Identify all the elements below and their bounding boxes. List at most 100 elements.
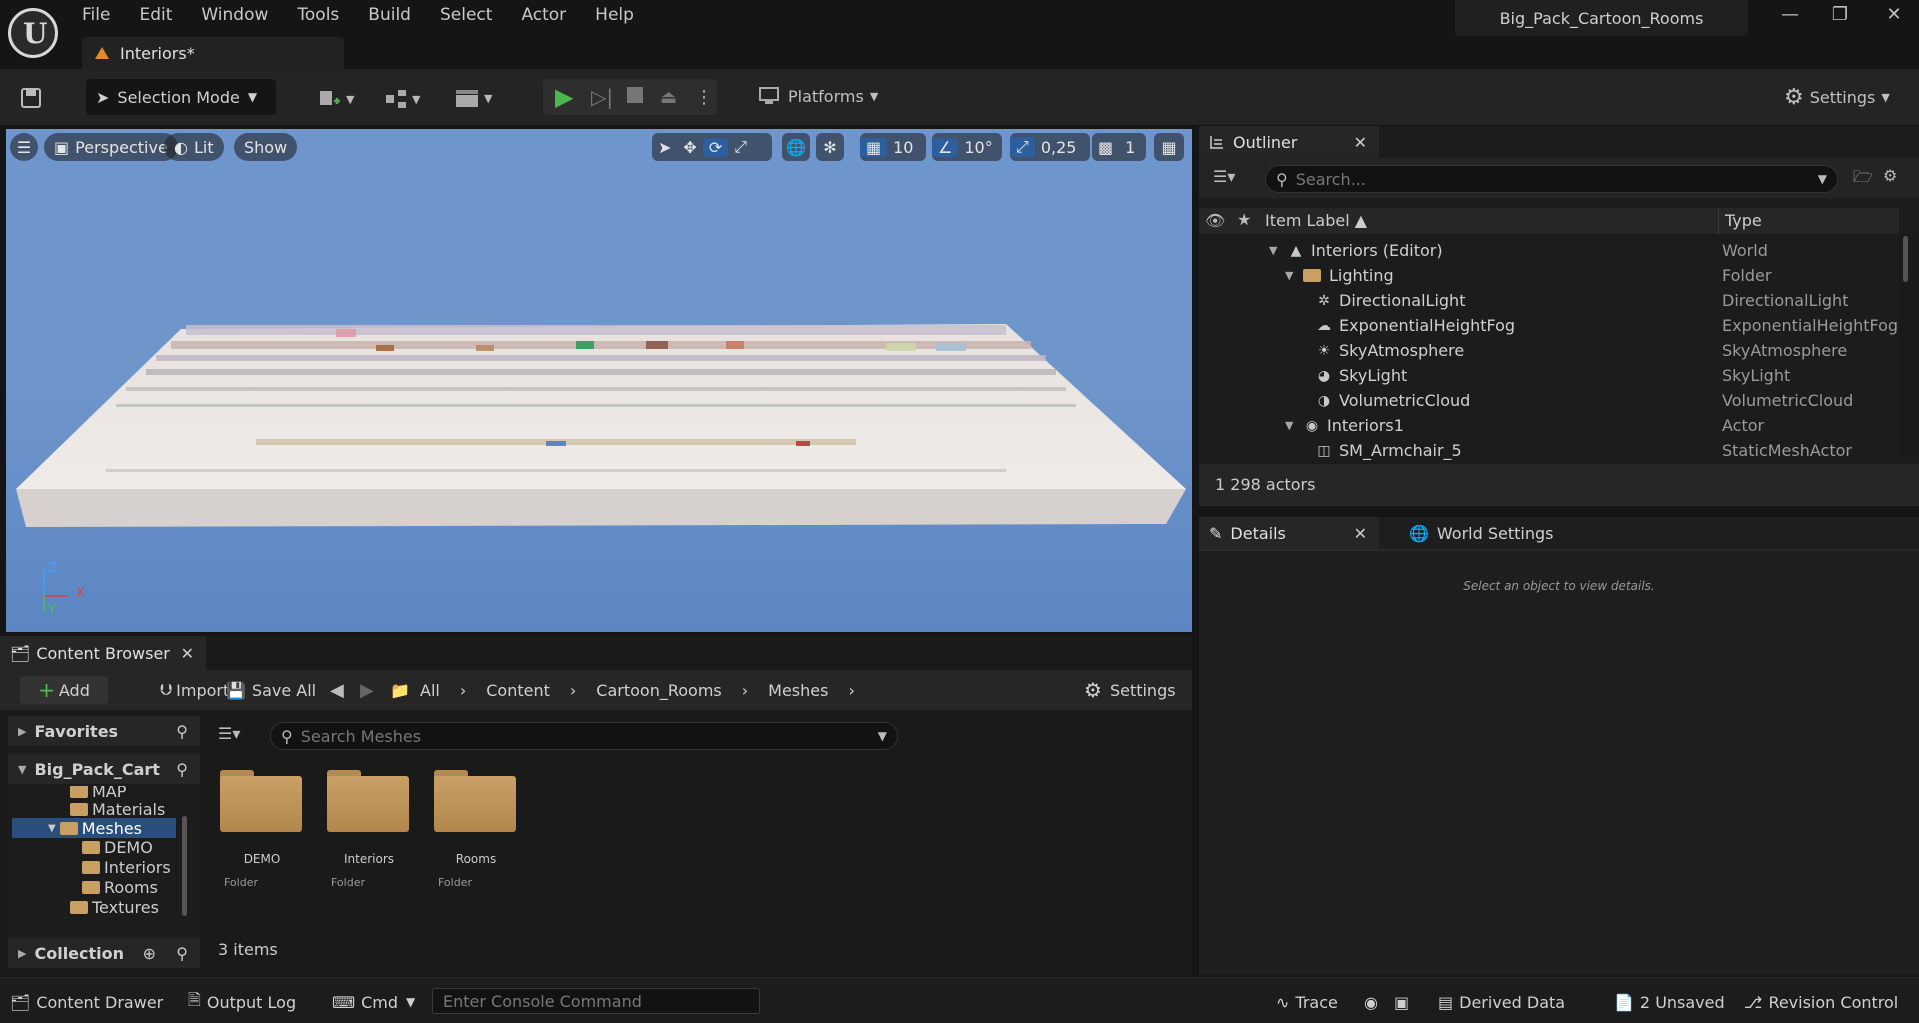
- search-icon[interactable]: ⚲: [176, 722, 188, 741]
- outliner-row[interactable]: ◕ SkyLight SkyLight: [1199, 363, 1899, 388]
- rotation-snap-button[interactable]: ∠ 10°: [932, 133, 1002, 161]
- back-icon[interactable]: ◀: [330, 676, 344, 704]
- surface-snap-icon[interactable]: ✻: [816, 133, 844, 161]
- expand-arrow-icon[interactable]: ▼: [1269, 244, 1283, 257]
- eject-icon[interactable]: ⏏: [660, 87, 677, 108]
- chevron-right-icon[interactable]: ›: [848, 681, 854, 700]
- menu-edit[interactable]: Edit: [139, 5, 172, 25]
- viewport-layout-icon[interactable]: ▦: [1154, 133, 1184, 161]
- tree-item[interactable]: Textures: [70, 898, 159, 917]
- gear-icon[interactable]: ⚙: [1883, 166, 1897, 185]
- close-icon[interactable]: ✕: [181, 644, 194, 663]
- close-icon[interactable]: ✕: [1354, 133, 1367, 152]
- eye-icon[interactable]: 👁: [1205, 211, 1225, 230]
- rotate-tool-icon[interactable]: ⟳: [702, 137, 729, 157]
- asset-tile[interactable]: Rooms Folder: [434, 770, 518, 900]
- folder-icon[interactable]: 📁: [390, 676, 410, 704]
- outliner-row[interactable]: ▼ ◉ Interiors1 Actor: [1199, 413, 1899, 438]
- breadcrumb-cartoon-rooms[interactable]: Cartoon_Rooms: [596, 681, 721, 700]
- selection-mode-dropdown[interactable]: ➤ Selection Mode ▼: [86, 79, 276, 115]
- trace-button[interactable]: ∿ Trace: [1276, 990, 1338, 1014]
- save-all-button[interactable]: 💾 Save All: [226, 676, 316, 704]
- expand-arrow-icon[interactable]: ▼: [1285, 419, 1299, 432]
- blueprint-button[interactable]: ▼: [384, 87, 420, 111]
- camera-speed-button[interactable]: ▩ 1: [1092, 133, 1146, 161]
- tree-item[interactable]: Materials: [70, 800, 165, 819]
- menu-build[interactable]: Build: [368, 5, 411, 25]
- column-type[interactable]: Type: [1725, 211, 1762, 230]
- breadcrumb-all[interactable]: All: [420, 681, 440, 700]
- project-root-header[interactable]: ▼ Big_Pack_Cart ⚲: [8, 754, 200, 784]
- scrollbar-thumb[interactable]: [1903, 236, 1908, 282]
- level-viewport[interactable]: ☰ ▣ Perspective ◐ Lit Show ➤ ✥ ⟳ ⤢ 🌐 ✻ ▦…: [6, 129, 1192, 632]
- save-icon[interactable]: [20, 87, 42, 109]
- asset-tile[interactable]: Interiors Folder: [327, 770, 411, 900]
- filter-icon[interactable]: ☰▾: [1213, 167, 1235, 186]
- more-options-icon[interactable]: ⋮: [695, 87, 713, 108]
- breadcrumb-meshes[interactable]: Meshes: [768, 681, 828, 700]
- advance-frame-icon[interactable]: ▷|: [591, 85, 613, 109]
- output-log-button[interactable]: 🗎 Output Log: [188, 990, 296, 1014]
- console-input[interactable]: Enter Console Command: [432, 988, 760, 1014]
- world-space-icon[interactable]: 🌐: [782, 133, 810, 161]
- tree-item[interactable]: Interiors: [82, 858, 171, 877]
- chevron-right-icon[interactable]: ›: [460, 681, 466, 700]
- asset-search-input[interactable]: ⚲ Search Meshes ▼: [270, 722, 898, 750]
- lit-button[interactable]: ◐ Lit: [164, 133, 224, 161]
- filter-icon[interactable]: ☰▾: [218, 724, 240, 743]
- unsaved-button[interactable]: 📄 2 Unsaved: [1614, 990, 1725, 1014]
- tree-item[interactable]: Rooms: [82, 878, 158, 897]
- column-item-label[interactable]: Item Label ▲: [1265, 211, 1367, 230]
- add-actor-button[interactable]: ▼: [318, 87, 354, 111]
- outliner-tab[interactable]: Outliner ✕: [1199, 126, 1379, 158]
- tree-item[interactable]: MAP: [70, 786, 126, 801]
- outliner-row[interactable]: ◫ SM_Armchair_5 StaticMeshActor: [1199, 438, 1899, 463]
- favorites-header[interactable]: ▶ Favorites ⚲: [8, 716, 200, 746]
- translate-tool-icon[interactable]: ✥: [677, 138, 702, 157]
- scrollbar-thumb[interactable]: [182, 816, 187, 916]
- column-divider[interactable]: [1718, 208, 1719, 234]
- show-button[interactable]: Show: [234, 133, 298, 161]
- outliner-search-input[interactable]: ⚲ Search... ▼: [1265, 165, 1838, 193]
- menu-window[interactable]: Window: [201, 5, 268, 25]
- collection-header[interactable]: ▶ Collection ⊕ ⚲: [8, 938, 200, 968]
- screenshot-icon[interactable]: ▣: [1394, 990, 1409, 1014]
- world-settings-tab[interactable]: 🌐 World Settings: [1409, 522, 1553, 544]
- content-browser-settings-button[interactable]: ⚙ Settings: [1084, 676, 1176, 704]
- asset-tile[interactable]: DEMO Folder: [220, 770, 304, 900]
- chevron-right-icon[interactable]: ›: [742, 681, 748, 700]
- level-tab[interactable]: Interiors*: [82, 37, 344, 69]
- stop-icon[interactable]: [627, 87, 643, 103]
- close-icon[interactable]: ✕: [1874, 4, 1914, 34]
- toolbar-settings-button[interactable]: ⚙ Settings ▼: [1784, 85, 1890, 110]
- close-icon[interactable]: ✕: [1354, 524, 1367, 543]
- revision-control-button[interactable]: ⎇ Revision Control: [1744, 990, 1898, 1014]
- unreal-logo-icon[interactable]: U: [8, 8, 58, 58]
- restore-icon[interactable]: ❐: [1820, 4, 1860, 34]
- expand-arrow-icon[interactable]: ▼: [1285, 269, 1299, 282]
- tree-scrollbar[interactable]: [180, 786, 190, 934]
- record-icon[interactable]: ◉: [1364, 990, 1378, 1014]
- select-tool-icon[interactable]: ➤: [652, 138, 677, 157]
- outliner-scrollbar[interactable]: [1899, 234, 1919, 458]
- forward-icon[interactable]: ▶: [360, 676, 374, 704]
- minimize-icon[interactable]: —: [1770, 4, 1810, 34]
- grid-snap-button[interactable]: ▦ 10: [860, 133, 926, 161]
- scale-tool-icon[interactable]: ⤢: [728, 137, 753, 157]
- tree-item[interactable]: DEMO: [82, 838, 153, 857]
- viewport-menu-icon[interactable]: ☰: [10, 133, 38, 161]
- add-folder-icon[interactable]: 🗁: [1853, 166, 1873, 193]
- outliner-row[interactable]: ☀ SkyAtmosphere SkyAtmosphere: [1199, 338, 1899, 363]
- scale-snap-button[interactable]: ⤢ 0,25: [1010, 133, 1090, 161]
- outliner-row[interactable]: ✲ DirectionalLight DirectionalLight: [1199, 288, 1899, 313]
- outliner-row[interactable]: ☁ ExponentialHeightFog ExponentialHeight…: [1199, 313, 1899, 338]
- search-icon[interactable]: ⚲: [176, 944, 188, 963]
- star-icon[interactable]: ★: [1237, 210, 1251, 229]
- add-button[interactable]: + Add: [20, 676, 108, 704]
- breadcrumb-content[interactable]: Content: [486, 681, 550, 700]
- outliner-row[interactable]: ◑ VolumetricCloud VolumetricCloud: [1199, 388, 1899, 413]
- menu-select[interactable]: Select: [440, 5, 492, 25]
- import-button[interactable]: ⮋ Import: [160, 676, 229, 704]
- tree-item-selected[interactable]: ▼ Meshes: [12, 818, 176, 838]
- content-drawer-button[interactable]: 🗂 Content Drawer: [10, 990, 163, 1014]
